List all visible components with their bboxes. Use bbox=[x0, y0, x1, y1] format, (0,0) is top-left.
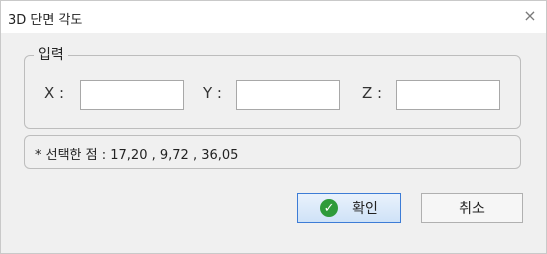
z-label: Z : bbox=[362, 84, 383, 102]
ok-button[interactable]: ✓ 확인 bbox=[297, 193, 401, 223]
window-title: 3D 단면 각도 bbox=[8, 13, 83, 28]
x-input[interactable] bbox=[80, 80, 184, 110]
x-label: X : bbox=[44, 84, 65, 102]
cancel-button-label: 취소 bbox=[459, 201, 485, 217]
ok-button-label: 확인 bbox=[352, 201, 378, 217]
z-input[interactable] bbox=[396, 80, 500, 110]
selected-point-text: * 선택한 점 : 17,20 , 9,72 , 36,05 bbox=[35, 148, 239, 163]
title-bar: 3D 단면 각도 × bbox=[1, 1, 546, 33]
y-input[interactable] bbox=[236, 80, 340, 110]
section-angle-dialog: 3D 단면 각도 × 입력 X : Y : Z : * 선택한 점 : 17,2… bbox=[0, 0, 547, 254]
selected-point-box: * 선택한 점 : 17,20 , 9,72 , 36,05 bbox=[24, 135, 521, 169]
dialog-content: 입력 X : Y : Z : * 선택한 점 : 17,20 , 9,72 , … bbox=[1, 33, 546, 253]
check-circle-icon: ✓ bbox=[320, 199, 339, 217]
cancel-button[interactable]: 취소 bbox=[421, 193, 523, 223]
close-icon[interactable]: × bbox=[520, 6, 540, 26]
input-group-label: 입력 bbox=[34, 46, 68, 64]
y-label: Y : bbox=[203, 84, 222, 102]
